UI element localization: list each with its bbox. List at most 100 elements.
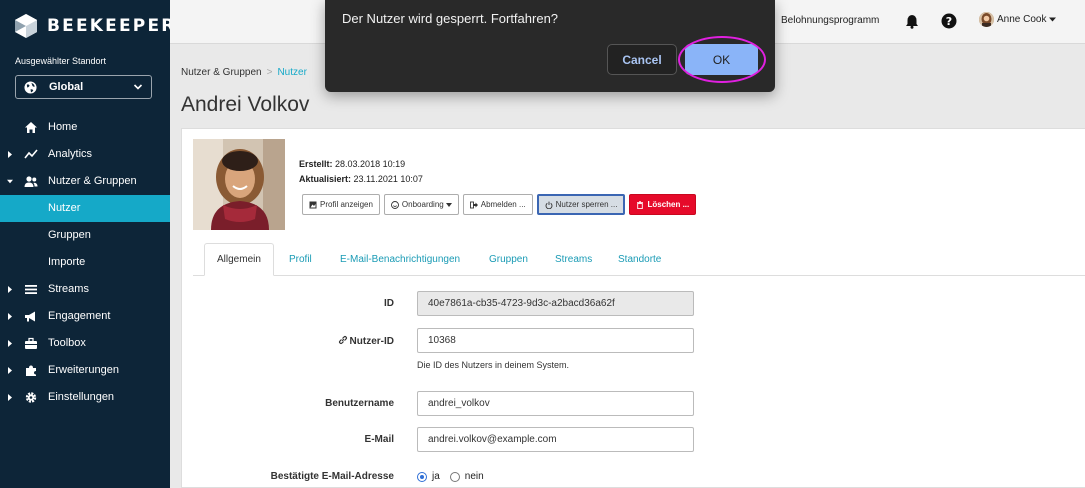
image-icon <box>309 201 317 208</box>
delete-user-label: Löschen ... <box>647 200 690 209</box>
location-value: Global <box>49 81 84 93</box>
sidebar-item-engagement[interactable]: Engagement <box>0 303 170 330</box>
svg-text:?: ? <box>946 15 952 28</box>
tab-profile[interactable]: Profil <box>289 243 312 276</box>
help-icon[interactable]: ? <box>941 13 957 29</box>
sidebar: BEEKEEPER Ausgewählter Standort Global H… <box>0 0 174 488</box>
user-id-help: Die ID des Nutzers in deinem System. <box>417 360 570 370</box>
bell-icon[interactable] <box>905 14 919 29</box>
avatar <box>979 12 994 27</box>
caret-right-icon <box>8 394 12 401</box>
sidebar-item-label: Analytics <box>48 148 93 160</box>
logout-label: Abmelden ... <box>480 200 526 209</box>
caret-down-icon <box>1049 17 1057 22</box>
avatar-image <box>979 12 994 27</box>
profile-photo <box>193 139 285 230</box>
sidebar-item-groups[interactable]: Gruppen <box>0 222 170 249</box>
email-field[interactable]: andrei.volkov@example.com <box>417 427 694 452</box>
email-confirmed-label: Bestätigte E-Mail-Adresse <box>270 471 394 482</box>
tab-groups[interactable]: Gruppen <box>489 243 528 276</box>
brand-logo[interactable]: BEEKEEPER <box>14 13 177 39</box>
caret-right-icon <box>8 151 12 158</box>
email-confirmed-no-radio[interactable] <box>449 471 460 482</box>
user-id-label-text: Nutzer-ID <box>349 336 394 347</box>
gear-icon <box>25 392 37 403</box>
profile-photo-image <box>193 139 285 230</box>
profile-meta: Erstellt: 28.03.2018 10:19 Aktualisiert:… <box>299 157 423 187</box>
sidebar-item-toolbox[interactable]: Toolbox <box>0 330 170 357</box>
breadcrumb-separator: > <box>266 67 273 78</box>
breadcrumb: Nutzer & Gruppen > Nutzer <box>181 67 307 78</box>
username-label: Benutzername <box>325 398 394 409</box>
sidebar-item-users-groups[interactable]: Nutzer & Gruppen <box>0 168 170 195</box>
confirm-dialog: Der Nutzer wird gesperrt. Fortfahren? Ca… <box>325 0 775 92</box>
user-name: Anne Cook <box>997 14 1047 25</box>
chart-line-icon <box>24 149 38 159</box>
caret-right-icon <box>8 286 12 293</box>
page-title: Andrei Volkov <box>181 93 310 116</box>
sidebar-item-imports[interactable]: Importe <box>0 249 170 276</box>
id-field: 40e7861a-cb35-4723-9d3c-a2bacd36a62f <box>417 291 694 316</box>
toolbox-icon <box>25 337 37 349</box>
caret-down-icon <box>445 202 452 207</box>
tab-bar: Allgemein Profil E-Mail-Benachrichtigung… <box>193 243 1085 276</box>
sidebar-nav: Home Analytics Nutzer & Gruppen Nutzer G… <box>0 114 170 411</box>
brand-name: BEEKEEPER <box>47 16 177 36</box>
email-confirmed-yes-label[interactable]: ja <box>432 471 440 482</box>
smile-icon <box>390 200 399 209</box>
sidebar-item-label: Nutzer <box>48 202 81 214</box>
sidebar-item-settings[interactable]: Einstellungen <box>0 384 170 411</box>
email-confirmed-yes-radio[interactable] <box>417 471 427 482</box>
caret-down-icon <box>7 179 13 184</box>
tab-general[interactable]: Allgemein <box>204 243 274 276</box>
trash-icon <box>637 200 644 209</box>
id-label: ID <box>384 298 394 309</box>
sidebar-item-users[interactable]: Nutzer <box>0 195 170 222</box>
dialog-message: Der Nutzer wird gesperrt. Fortfahren? <box>342 11 559 26</box>
logout-button[interactable]: Abmelden ... <box>462 194 533 215</box>
megaphone-icon <box>25 311 35 322</box>
ok-button[interactable]: OK <box>685 44 758 75</box>
caret-right-icon <box>8 340 12 347</box>
email-confirmed-no-label[interactable]: nein <box>465 471 484 482</box>
view-profile-button[interactable]: Profil anzeigen <box>302 194 380 215</box>
view-profile-label: Profil anzeigen <box>320 200 373 209</box>
tab-email-notifications[interactable]: E-Mail-Benachrichtigungen <box>340 243 460 276</box>
sidebar-item-home[interactable]: Home <box>0 114 170 141</box>
sidebar-item-extensions[interactable]: Erweiterungen <box>0 357 170 384</box>
puzzle-icon <box>26 365 36 376</box>
sidebar-item-label: Importe <box>48 256 86 268</box>
lock-user-label: Nutzer sperren ... <box>555 200 618 209</box>
caret-right-icon <box>8 313 12 320</box>
lock-user-button[interactable]: Nutzer sperren ... <box>536 194 626 215</box>
email-confirmed-radios: ja nein <box>417 471 484 482</box>
sidebar-item-analytics[interactable]: Analytics <box>0 141 170 168</box>
breadcrumb-current[interactable]: Nutzer <box>277 67 306 78</box>
power-icon <box>545 201 553 209</box>
tab-locations[interactable]: Standorte <box>618 243 661 276</box>
user-menu[interactable]: Anne Cook <box>979 12 1057 27</box>
cancel-button[interactable]: Cancel <box>607 44 677 75</box>
onboarding-label: Onboarding <box>401 200 444 209</box>
streams-icon <box>25 285 37 294</box>
reward-program-link[interactable]: Belohnungsprogramm <box>781 15 879 26</box>
sidebar-item-label: Nutzer & Gruppen <box>48 175 137 187</box>
username-field[interactable]: andrei_volkov <box>417 391 694 416</box>
sidebar-item-label: Gruppen <box>48 229 91 241</box>
user-detail-card: Erstellt: 28.03.2018 10:19 Aktualisiert:… <box>181 128 1085 488</box>
updated-label: Aktualisiert: <box>299 174 352 184</box>
sidebar-item-label: Engagement <box>48 310 111 322</box>
tab-streams[interactable]: Streams <box>555 243 592 276</box>
onboarding-button[interactable]: Onboarding <box>383 194 459 215</box>
user-id-label: Nutzer-ID <box>194 335 394 347</box>
location-select[interactable]: Global <box>15 75 152 99</box>
sidebar-item-label: Home <box>48 121 78 133</box>
sidebar-item-streams[interactable]: Streams <box>0 276 170 303</box>
breadcrumb-parent[interactable]: Nutzer & Gruppen <box>181 67 262 78</box>
sidebar-item-label: Einstellungen <box>48 391 115 403</box>
caret-right-icon <box>8 367 12 374</box>
sidebar-item-label: Erweiterungen <box>48 364 119 376</box>
created-label: Erstellt: <box>299 159 333 169</box>
user-id-field[interactable]: 10368 <box>417 328 694 353</box>
delete-user-button[interactable]: Löschen ... <box>629 194 697 215</box>
